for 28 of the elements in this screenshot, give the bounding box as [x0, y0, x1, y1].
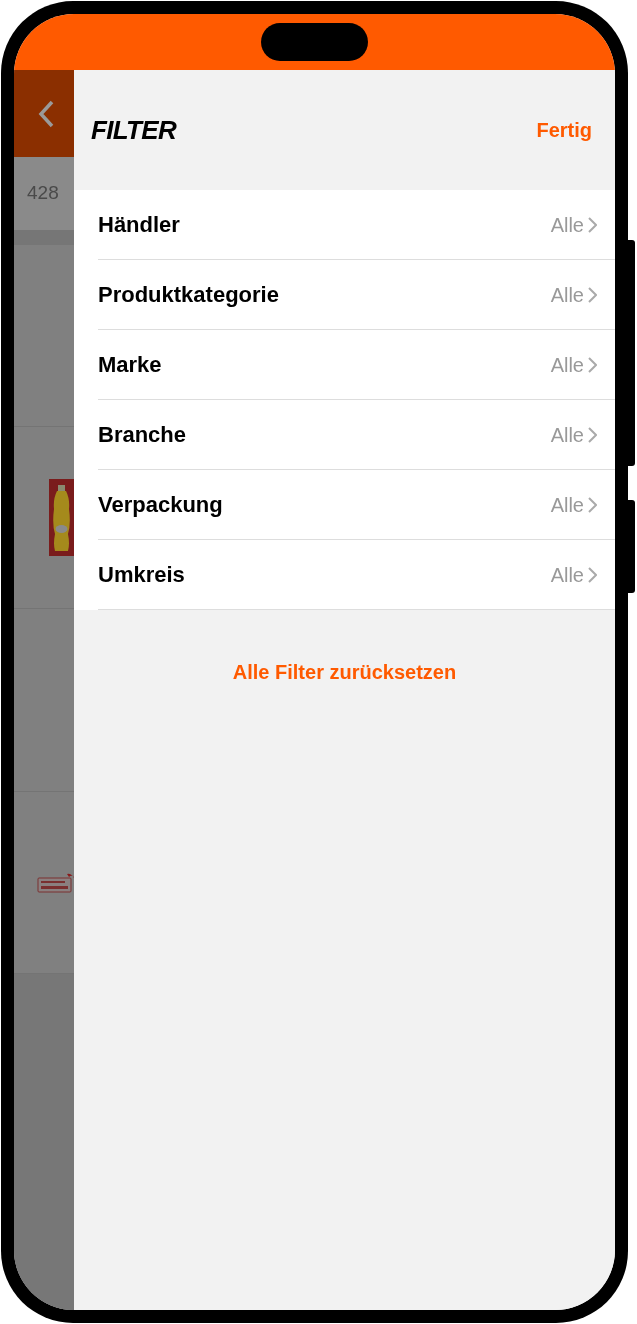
filter-label: Marke	[98, 351, 162, 379]
chevron-icon	[588, 566, 597, 583]
filter-value: Alle	[550, 492, 584, 518]
filter-row[interactable]: Umkreis Alle	[98, 540, 615, 610]
back-icon[interactable]	[38, 99, 54, 128]
filter-row[interactable]: Verpackung Alle	[98, 470, 615, 540]
filter-value: Alle	[550, 562, 584, 588]
filter-label: Händler	[98, 211, 180, 239]
chevron-icon	[588, 426, 597, 443]
filter-label: Umkreis	[98, 561, 185, 589]
filter-value: Alle	[550, 352, 584, 378]
filter-label: Branche	[98, 421, 187, 449]
filter-label: Produktkategorie	[98, 281, 279, 309]
chevron-icon	[588, 216, 597, 233]
result-count: 428	[27, 181, 59, 206]
filter-row[interactable]: Marke Alle	[98, 330, 615, 400]
filter-row[interactable]: Branche Alle	[98, 400, 615, 470]
chevron-icon	[588, 286, 597, 303]
filter-value: Alle	[550, 422, 584, 448]
filter-row[interactable]: Produktkategorie Alle	[98, 260, 615, 330]
filter-value: Alle	[550, 212, 584, 238]
chevron-icon	[588, 356, 597, 373]
drawer-title: FILTER	[91, 113, 177, 147]
filter-row[interactable]: Händler Alle	[98, 190, 615, 260]
filter-label: Verpackung	[98, 491, 223, 519]
section-band	[14, 230, 74, 245]
filter-value: Alle	[550, 282, 584, 308]
chevron-icon	[588, 496, 597, 513]
